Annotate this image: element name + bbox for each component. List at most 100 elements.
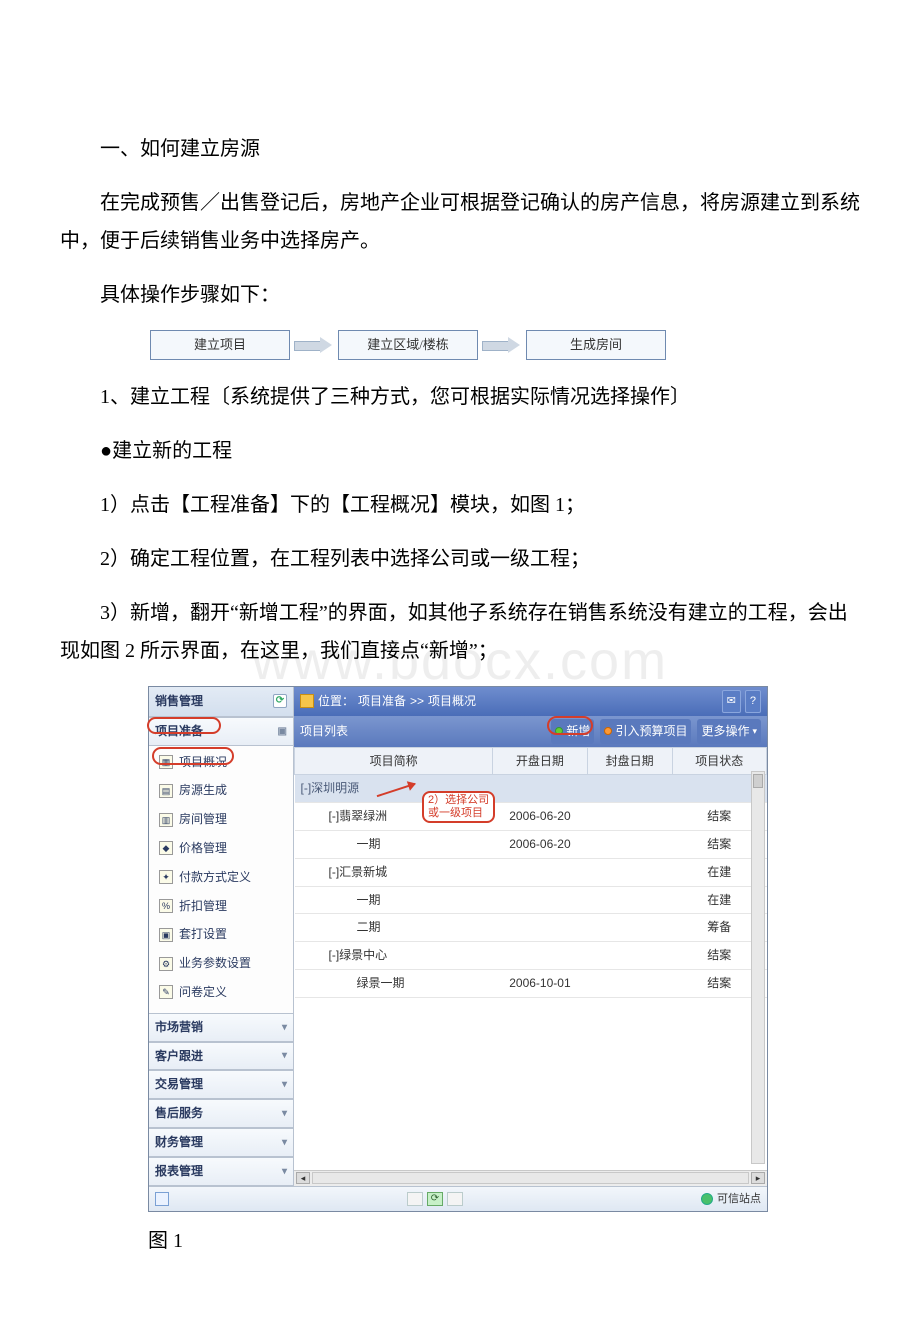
nav-item-print-setup[interactable]: ▣ 套打设置 [149, 920, 293, 949]
nav-section-label: 财务管理 [155, 1131, 203, 1154]
trusted-shield-icon [701, 1193, 713, 1205]
nav-section-finance[interactable]: 财务管理 ▾ [149, 1128, 293, 1157]
paragraph-intro: 在完成预售／出售登记后，房地产企业可根据登记确认的房产信息，将房源建立到系统中，… [60, 184, 860, 260]
nav-item-project-overview[interactable]: ▦ 项目概况 [149, 748, 293, 777]
new-button-label: 新增 [566, 720, 590, 743]
horizontal-scrollbar[interactable]: ◂ ▸ [294, 1170, 767, 1186]
cell-close [587, 831, 672, 859]
nav-item-label: 价格管理 [179, 837, 227, 860]
nav-item-housing-generate[interactable]: ▤ 房源生成 [149, 776, 293, 805]
module-icon: ⚙ [159, 957, 173, 971]
nav-item-room-manage[interactable]: ▥ 房间管理 [149, 805, 293, 834]
chevron-down-icon: ▾ [752, 723, 757, 740]
nav-item-label: 房源生成 [179, 779, 227, 802]
trusted-site-label: 可信站点 [717, 1189, 761, 1210]
table-row[interactable]: [-]汇景新城 在建 [295, 858, 767, 886]
cell-open [493, 942, 587, 970]
nav-item-payment-define[interactable]: ✦ 付款方式定义 [149, 863, 293, 892]
scrollbar-thumb[interactable] [753, 774, 763, 788]
cell-name: 二期 [295, 914, 493, 942]
nav-section-project-prepare[interactable]: 项目准备 ▣ [149, 717, 293, 746]
plus-icon [555, 727, 563, 735]
table-row[interactable]: [-]绿景中心 结案 [295, 942, 767, 970]
project-table: 项目简称 开盘日期 封盘日期 项目状态 [-]深圳明源 [-]翡翠绿 [294, 747, 767, 1170]
table-row[interactable]: 一期 2006-06-20 结案 [295, 831, 767, 859]
nav-items-list: ▦ 项目概况 ▤ 房源生成 ▥ 房间管理 ◆ 价格管理 [149, 746, 293, 1013]
red-callout-annotation: 2）选择公司 或一级项目 [422, 791, 495, 823]
table-row[interactable]: [-]翡翠绿洲 2006-06-20 结案 [295, 803, 767, 831]
module-icon: ◆ [159, 841, 173, 855]
status-box-refresh-icon[interactable]: ⟳ [427, 1192, 443, 1206]
nav-section-report[interactable]: 报表管理 ▾ [149, 1157, 293, 1186]
cell-name: [-]绿景中心 [295, 942, 493, 970]
breadcrumb-1[interactable]: 项目准备 [358, 690, 406, 713]
paragraph-steps-label: 具体操作步骤如下： [60, 276, 860, 314]
scroll-right-icon[interactable]: ▸ [751, 1172, 765, 1184]
cell-name: 绿景一期 [295, 970, 493, 998]
chevron-down-icon: ▾ [282, 1018, 287, 1037]
nav-section-label: 市场营销 [155, 1016, 203, 1039]
module-icon: ✦ [159, 870, 173, 884]
cell-open: 2006-10-01 [493, 970, 587, 998]
paragraph-substep-2: 2）确定工程位置，在工程列表中选择公司或一级工程； [60, 540, 860, 578]
cell-close [587, 803, 672, 831]
list-title: 项目列表 [300, 720, 348, 743]
browser-status-bar: ⟳ 可信站点 [149, 1186, 767, 1212]
nav-section-customer-follow[interactable]: 客户跟进 ▾ [149, 1042, 293, 1071]
refresh-icon[interactable]: ⟳ [273, 694, 287, 708]
nav-item-business-param[interactable]: ⚙ 业务参数设置 [149, 949, 293, 978]
nav-item-label: 套打设置 [179, 923, 227, 946]
import-icon [604, 727, 612, 735]
col-close-date[interactable]: 封盘日期 [587, 747, 672, 775]
flow-box-3: 生成房间 [526, 330, 666, 360]
paragraph-bullet-new-project: ●建立新的工程 [60, 432, 860, 470]
chevron-down-icon: ▾ [282, 1104, 287, 1123]
callout-line1: 2）选择公司 [428, 794, 489, 806]
nav-section-trade-manage[interactable]: 交易管理 ▾ [149, 1070, 293, 1099]
chevron-down-icon: ▾ [282, 1075, 287, 1094]
main-panel: 位置： 项目准备 >> 项目概况 ✉ ? 项目列表 [294, 687, 767, 1186]
flow-arrow-icon [482, 338, 522, 352]
nav-item-survey-define[interactable]: ✎ 问卷定义 [149, 978, 293, 1007]
module-icon: ▤ [159, 784, 173, 798]
nav-item-discount-manage[interactable]: % 折扣管理 [149, 892, 293, 921]
cell-open [493, 886, 587, 914]
nav-section-marketing[interactable]: 市场营销 ▾ [149, 1013, 293, 1042]
nav-item-label: 项目概况 [179, 751, 227, 774]
nav-section-label: 客户跟进 [155, 1045, 203, 1068]
figure-1-label: 图 1 [148, 1222, 860, 1260]
nav-item-label: 付款方式定义 [179, 866, 251, 889]
toolbar-btn-help-icon[interactable]: ? [745, 690, 761, 713]
table-row[interactable]: 绿景一期 2006-10-01 结案 [295, 970, 767, 998]
scroll-left-icon[interactable]: ◂ [296, 1172, 310, 1184]
cell-open: 2006-06-20 [493, 831, 587, 859]
more-actions-button[interactable]: 更多操作 ▾ [697, 719, 761, 744]
chevron-up-icon: ▣ [278, 722, 287, 741]
new-button[interactable]: 新增 [551, 719, 594, 744]
nav-section-after-sale[interactable]: 售后服务 ▾ [149, 1099, 293, 1128]
table-group-row[interactable]: [-]深圳明源 [295, 775, 767, 803]
import-budget-button[interactable]: 引入预算项目 [600, 719, 691, 744]
flow-diagram: 建立项目 建立区域/楼栋 生成房间 [150, 330, 860, 360]
col-project-name[interactable]: 项目简称 [295, 747, 493, 775]
nav-item-price-manage[interactable]: ◆ 价格管理 [149, 834, 293, 863]
cell-open: 2006-06-20 [493, 803, 587, 831]
toolbar-btn-1-icon[interactable]: ✉ [722, 690, 741, 713]
cell-name: 一期 [295, 886, 493, 914]
module-icon: % [159, 899, 173, 913]
flow-box-2: 建立区域/楼栋 [338, 330, 478, 360]
cell-close [587, 914, 672, 942]
scrollbar-track[interactable] [312, 1172, 749, 1184]
table-row[interactable]: 一期 在建 [295, 886, 767, 914]
col-open-date[interactable]: 开盘日期 [493, 747, 587, 775]
breadcrumb-2[interactable]: 项目概况 [428, 690, 476, 713]
module-icon: ▦ [159, 755, 173, 769]
cell-open [493, 858, 587, 886]
callout-line2: 或一级项目 [428, 807, 483, 819]
status-box-icon [447, 1192, 463, 1206]
cell-close [587, 942, 672, 970]
nav-item-label: 问卷定义 [179, 981, 227, 1004]
table-row[interactable]: 二期 筹备 [295, 914, 767, 942]
left-panel-title-bar: 销售管理 ⟳ [149, 687, 293, 717]
vertical-scrollbar[interactable] [751, 771, 765, 1164]
